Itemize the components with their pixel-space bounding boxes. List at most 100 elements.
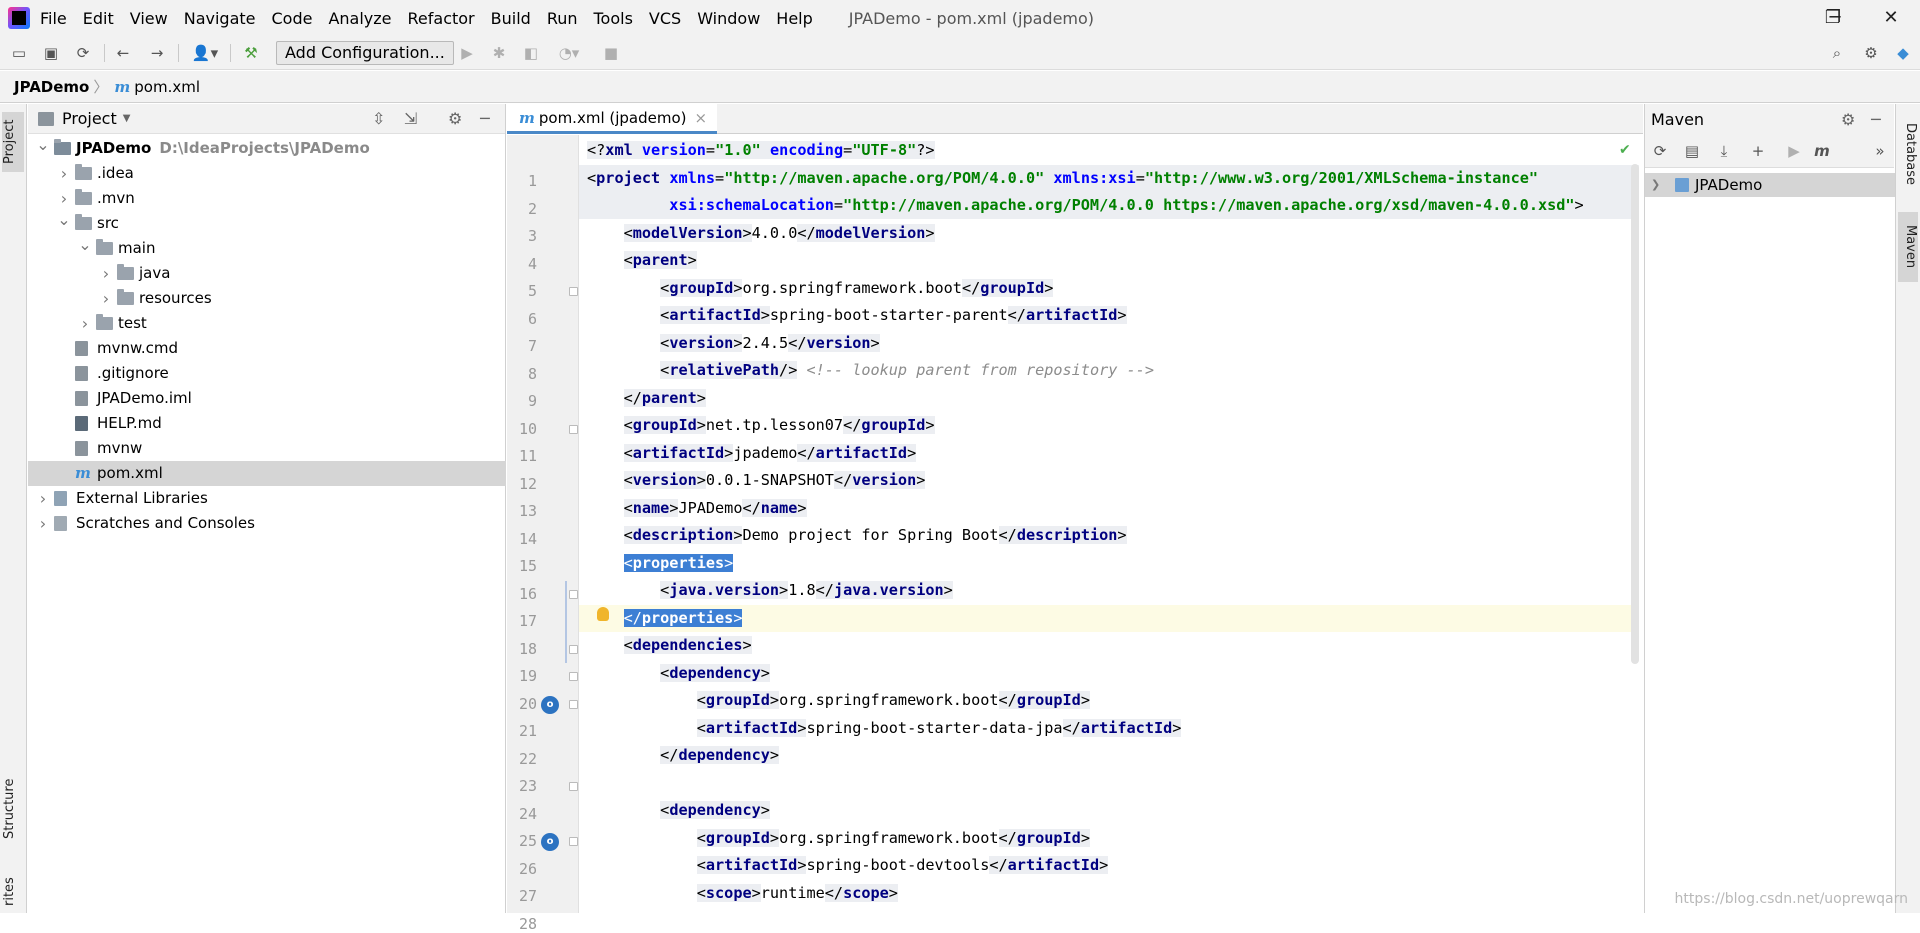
code-line[interactable]: <dependency> bbox=[579, 797, 1639, 824]
settings-icon[interactable]: ⚙ bbox=[448, 109, 462, 128]
tree-item[interactable]: ›java bbox=[28, 261, 506, 286]
code-line[interactable] bbox=[579, 770, 1639, 797]
favorites-tool-tab[interactable]: rites bbox=[2, 874, 24, 910]
tree-item[interactable]: ›External Libraries bbox=[28, 486, 506, 511]
chevron-down-icon[interactable]: ⌄ bbox=[78, 236, 92, 254]
generate-sources-icon[interactable]: ▤ bbox=[1683, 142, 1701, 160]
chevron-right-icon[interactable]: › bbox=[99, 261, 113, 286]
tree-item[interactable]: ⌄main bbox=[28, 236, 506, 261]
save-icon[interactable]: ▣ bbox=[42, 44, 60, 62]
reload-icon[interactable]: ⟳ bbox=[1651, 142, 1669, 160]
code-line[interactable]: <artifactId>spring-boot-starter-data-jpa… bbox=[579, 715, 1639, 742]
menu-file[interactable]: File bbox=[40, 9, 67, 28]
chevron-down-icon[interactable]: ⌄ bbox=[57, 211, 71, 229]
code-line[interactable]: <name>JPADemo</name> bbox=[579, 495, 1639, 522]
hide-panel-icon[interactable]: ─ bbox=[480, 109, 490, 128]
chevron-right-icon[interactable]: › bbox=[36, 486, 50, 511]
maven-tool-tab[interactable]: Maven bbox=[1898, 212, 1918, 282]
inspection-ok-icon[interactable]: ✔ bbox=[1619, 142, 1631, 158]
code-line[interactable]: <modelVersion>4.0.0</modelVersion> bbox=[579, 220, 1639, 247]
tab-pom-xml[interactable]: m pom.xml (jpademo) × bbox=[507, 104, 717, 134]
tree-item[interactable]: ›.idea bbox=[28, 161, 506, 186]
dependency-gutter-icon[interactable]: o bbox=[541, 833, 559, 851]
code-line[interactable]: <artifactId>jpademo</artifactId> bbox=[579, 440, 1639, 467]
code-line[interactable]: <java.version>1.8</java.version> bbox=[579, 577, 1639, 604]
tree-item[interactable]: ›resources bbox=[28, 286, 506, 311]
menu-vcs[interactable]: VCS bbox=[649, 9, 681, 28]
code-line[interactable]: <groupId>org.springframework.boot</group… bbox=[579, 275, 1639, 302]
toolbox-icon[interactable]: ◆ bbox=[1894, 44, 1912, 62]
expand-all-icon[interactable]: ⇳ bbox=[372, 109, 385, 128]
run-icon[interactable]: ▶ bbox=[458, 44, 476, 62]
code-line[interactable]: <relativePath/> <!-- lookup parent from … bbox=[579, 357, 1639, 384]
tree-item[interactable]: ⌄JPADemoD:\IdeaProjects\JPADemo bbox=[28, 136, 506, 161]
sync-icon[interactable]: ⟳ bbox=[74, 44, 92, 62]
menu-edit[interactable]: Edit bbox=[83, 9, 114, 28]
close-window-button[interactable]: ✕ bbox=[1866, 0, 1916, 36]
menu-view[interactable]: View bbox=[130, 9, 168, 28]
restore-button-2[interactable]: ❐ bbox=[1808, 0, 1858, 36]
tree-item[interactable]: ⌄src bbox=[28, 211, 506, 236]
code-line[interactable]: xsi:schemaLocation="http://maven.apache.… bbox=[579, 192, 1639, 219]
maven-project-item[interactable]: ❯ JPADemo bbox=[1645, 173, 1895, 197]
tree-item[interactable]: ›Scratches and Consoles bbox=[28, 511, 506, 536]
database-tool-tab[interactable]: Database bbox=[1898, 112, 1918, 196]
tree-item[interactable]: .gitignore bbox=[28, 361, 506, 386]
hide-panel-icon[interactable]: ─ bbox=[1871, 110, 1881, 129]
code-line[interactable]: <?xml version="1.0" encoding="UTF-8"?> bbox=[579, 137, 1639, 164]
tree-item[interactable]: mpom.xml bbox=[28, 461, 506, 486]
build-icon[interactable]: ⚒ bbox=[242, 44, 260, 62]
chevron-right-icon[interactable]: › bbox=[78, 311, 92, 336]
code-line[interactable]: <parent> bbox=[579, 247, 1639, 274]
fold-marker-icon[interactable] bbox=[569, 672, 578, 681]
fold-marker-icon[interactable] bbox=[569, 590, 578, 599]
chevron-right-icon[interactable]: ❯ bbox=[1651, 173, 1660, 197]
code-line[interactable]: <version>0.0.1-SNAPSHOT</version> bbox=[579, 467, 1639, 494]
menu-analyze[interactable]: Analyze bbox=[328, 9, 391, 28]
code-line[interactable]: <artifactId>spring-boot-devtools</artifa… bbox=[579, 852, 1639, 879]
chevron-down-icon[interactable]: ⌄ bbox=[36, 136, 50, 154]
settings-icon[interactable]: ⚙ bbox=[1841, 110, 1855, 129]
coverage-icon[interactable]: ◧ bbox=[522, 44, 540, 62]
intention-bulb-icon[interactable] bbox=[597, 607, 609, 621]
project-tool-tab[interactable]: Project bbox=[2, 112, 24, 172]
close-tab-icon[interactable]: × bbox=[695, 109, 708, 127]
stop-icon[interactable]: ■ bbox=[602, 44, 620, 62]
code-line[interactable]: <dependency> bbox=[579, 660, 1639, 687]
tree-item[interactable]: mvnw bbox=[28, 436, 506, 461]
settings-icon[interactable]: ⚙ bbox=[1862, 44, 1880, 62]
user-icon[interactable]: 👤▾ bbox=[190, 44, 220, 62]
code-line[interactable]: </properties> bbox=[579, 605, 1639, 632]
tree-item[interactable]: JPADemo.iml bbox=[28, 386, 506, 411]
menu-help[interactable]: Help bbox=[776, 9, 812, 28]
menu-tools[interactable]: Tools bbox=[594, 9, 633, 28]
editor-scrollbar[interactable] bbox=[1631, 164, 1639, 664]
fold-marker-icon[interactable] bbox=[569, 782, 578, 791]
debug-icon[interactable]: ✱ bbox=[490, 44, 508, 62]
tree-item[interactable]: mvnw.cmd bbox=[28, 336, 506, 361]
add-icon[interactable]: + bbox=[1749, 142, 1767, 160]
code-line[interactable]: <properties> bbox=[579, 550, 1639, 577]
tree-item[interactable]: HELP.md bbox=[28, 411, 506, 436]
code-line[interactable]: <groupId>org.springframework.boot</group… bbox=[579, 825, 1639, 852]
chevron-right-icon[interactable]: › bbox=[57, 186, 71, 211]
chevron-right-icon[interactable]: › bbox=[36, 511, 50, 536]
code-line[interactable]: <scope>runtime</scope> bbox=[579, 880, 1639, 907]
project-view-dropdown[interactable]: ▼ bbox=[123, 113, 131, 124]
fold-marker-icon[interactable] bbox=[569, 287, 578, 296]
code-line[interactable]: <version>2.4.5</version> bbox=[579, 330, 1639, 357]
tree-item[interactable]: ›test bbox=[28, 311, 506, 336]
menu-window[interactable]: Window bbox=[697, 9, 760, 28]
breadcrumb-file[interactable]: pom.xml bbox=[134, 78, 200, 96]
profile-icon[interactable]: ◔▾ bbox=[554, 44, 584, 62]
menu-refactor[interactable]: Refactor bbox=[408, 9, 475, 28]
code-line[interactable]: <dependencies> bbox=[579, 632, 1639, 659]
project-panel-title[interactable]: Project bbox=[62, 109, 117, 128]
dependency-gutter-icon[interactable]: o bbox=[541, 696, 559, 714]
add-configuration-button[interactable]: Add Configuration... bbox=[276, 41, 454, 65]
breadcrumb-project[interactable]: JPADemo bbox=[14, 78, 89, 96]
code-line[interactable]: </parent> bbox=[579, 385, 1639, 412]
more-icon[interactable]: » bbox=[1871, 142, 1889, 160]
back-icon[interactable]: ← bbox=[114, 44, 132, 62]
menu-navigate[interactable]: Navigate bbox=[184, 9, 256, 28]
